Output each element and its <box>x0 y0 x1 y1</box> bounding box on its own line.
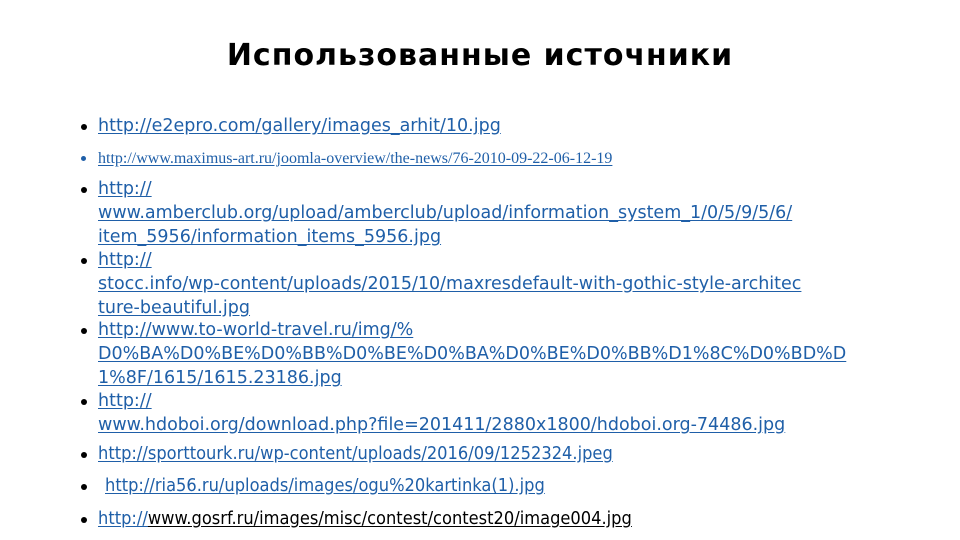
link-line[interactable]: http://e2epro.com/gallery/images_arhit/1… <box>98 116 501 136</box>
bullet-icon <box>81 484 87 490</box>
bullet-icon <box>81 328 87 334</box>
link-line[interactable]: http://sporttourk.ru/wp-content/uploads/… <box>98 442 613 466</box>
source-link[interactable]: http://ria56.ru/uploads/images/ogu%20kar… <box>105 474 578 498</box>
link-line[interactable]: http://www.maximus-art.ru/joomla-overvie… <box>98 150 612 167</box>
bullet-icon <box>81 156 86 161</box>
slide-title: Использованные источники <box>226 38 734 73</box>
link-line[interactable]: http:// <box>98 391 152 411</box>
link-prefix[interactable]: http:// <box>98 509 148 529</box>
bullet-icon <box>81 187 87 193</box>
link-line[interactable]: www.hdoboi.org/download.php?file=201411/… <box>98 415 785 435</box>
bullet-icon <box>81 517 87 523</box>
link-line[interactable]: www.amberclub.org/upload/amberclub/uploa… <box>98 203 792 223</box>
link-line[interactable]: http:// <box>98 179 152 199</box>
bullet-icon <box>81 399 87 405</box>
source-link[interactable]: http:// www.hdoboi.org/download.php?file… <box>98 389 785 437</box>
link-line[interactable]: D0%BA%D0%BE%D0%BB%D0%BE%D0%BA%D0%BE%D0%B… <box>98 344 846 364</box>
link-line[interactable]: ture-beautiful.jpg <box>98 298 250 318</box>
source-link[interactable]: http://www.maximus-art.ru/joomla-overvie… <box>98 147 612 171</box>
source-link[interactable]: http://www.gosrf.ru/images/misc/contest/… <box>98 507 672 531</box>
source-link[interactable]: http:// www.amberclub.org/upload/ambercl… <box>98 177 792 249</box>
link-line[interactable]: http://www.to-world-travel.ru/img/% <box>98 320 413 340</box>
link-line[interactable]: http:// <box>98 250 152 270</box>
bullet-icon <box>81 258 87 264</box>
link-line[interactable]: http://ria56.ru/uploads/images/ogu%20kar… <box>105 474 545 498</box>
bullet-icon <box>81 452 87 458</box>
link-line[interactable]: stocc.info/wp-content/uploads/2015/10/ma… <box>98 274 801 294</box>
link-line[interactable]: item_5956/information_items_5956.jpg <box>98 227 441 247</box>
bullet-icon <box>81 124 87 130</box>
source-link[interactable]: http://sporttourk.ru/wp-content/uploads/… <box>98 442 652 466</box>
source-link[interactable]: http://www.to-world-travel.ru/img/% D0%B… <box>98 318 846 390</box>
source-link[interactable]: http://e2epro.com/gallery/images_arhit/1… <box>98 114 501 138</box>
link-rest[interactable]: www.gosrf.ru/images/misc/contest/contest… <box>148 509 632 529</box>
source-link[interactable]: http:// stocc.info/wp-content/uploads/20… <box>98 248 801 320</box>
slide: Использованные источники http://e2epro.c… <box>0 0 960 540</box>
link-line[interactable]: 1%8F/1615/1615.23186.jpg <box>98 368 342 388</box>
